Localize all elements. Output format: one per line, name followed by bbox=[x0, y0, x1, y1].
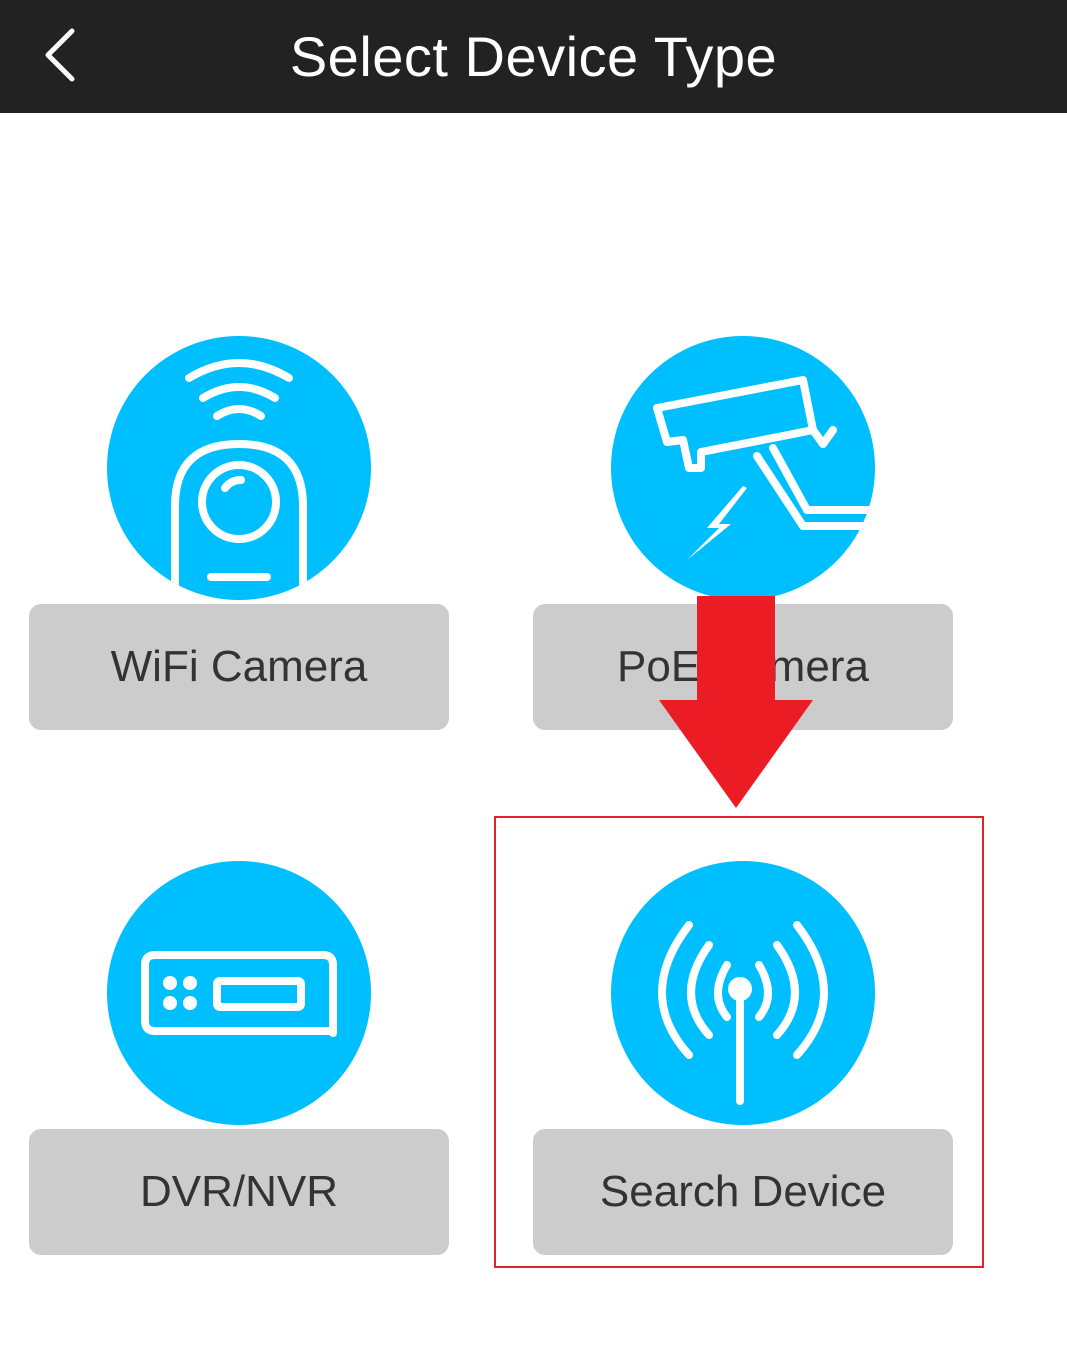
wifi-camera-button[interactable]: WiFi Camera bbox=[29, 604, 449, 730]
search-device-option[interactable]: Search Device bbox=[533, 861, 953, 1256]
poe-camera-button[interactable]: PoE Camera bbox=[533, 604, 953, 730]
search-device-icon-circle bbox=[611, 861, 875, 1125]
wifi-camera-option[interactable]: WiFi Camera bbox=[29, 336, 449, 731]
dvr-nvr-button[interactable]: DVR/NVR bbox=[29, 1129, 449, 1255]
dvr-nvr-icon-circle bbox=[107, 861, 371, 1125]
dvr-nvr-icon bbox=[141, 951, 337, 1037]
poe-camera-icon-circle bbox=[611, 336, 875, 600]
dvr-nvr-option[interactable]: DVR/NVR bbox=[29, 861, 449, 1256]
poe-camera-option[interactable]: PoE Camera bbox=[533, 336, 953, 731]
wifi-camera-icon bbox=[171, 359, 307, 600]
antenna-signal-icon bbox=[658, 921, 828, 1105]
back-button[interactable] bbox=[30, 20, 90, 90]
search-device-button[interactable]: Search Device bbox=[533, 1129, 953, 1255]
page-title: Select Device Type bbox=[289, 25, 778, 88]
wifi-camera-icon-circle bbox=[107, 336, 371, 600]
chevron-left-icon bbox=[45, 28, 75, 82]
poe-camera-icon bbox=[653, 376, 875, 560]
top-app-bar: Select Device Type bbox=[0, 0, 1067, 113]
